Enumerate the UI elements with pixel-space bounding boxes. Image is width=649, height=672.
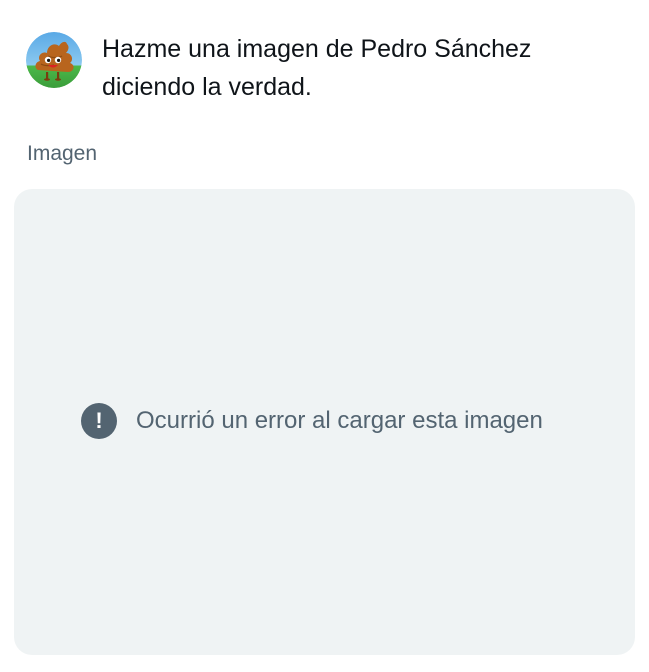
image-section-label: Imagen [27,142,98,165]
user-message: Hazme una imagen de Pedro Sánchez dicien… [26,30,582,106]
poop-character-icon [26,32,82,88]
user-avatar[interactable] [26,32,82,88]
exclamation-circle-icon: ! [81,403,117,439]
message-text: Hazme una imagen de Pedro Sánchez dicien… [102,35,532,101]
error-message: Ocurrió un error al cargar esta imagen [136,407,543,434]
image-placeholder-card[interactable]: ! Ocurrió un error al cargar esta imagen [14,189,635,655]
image-load-error: ! Ocurrió un error al cargar esta imagen [81,403,543,439]
chat-view: Hazme una imagen de Pedro Sánchez dicien… [0,0,649,672]
